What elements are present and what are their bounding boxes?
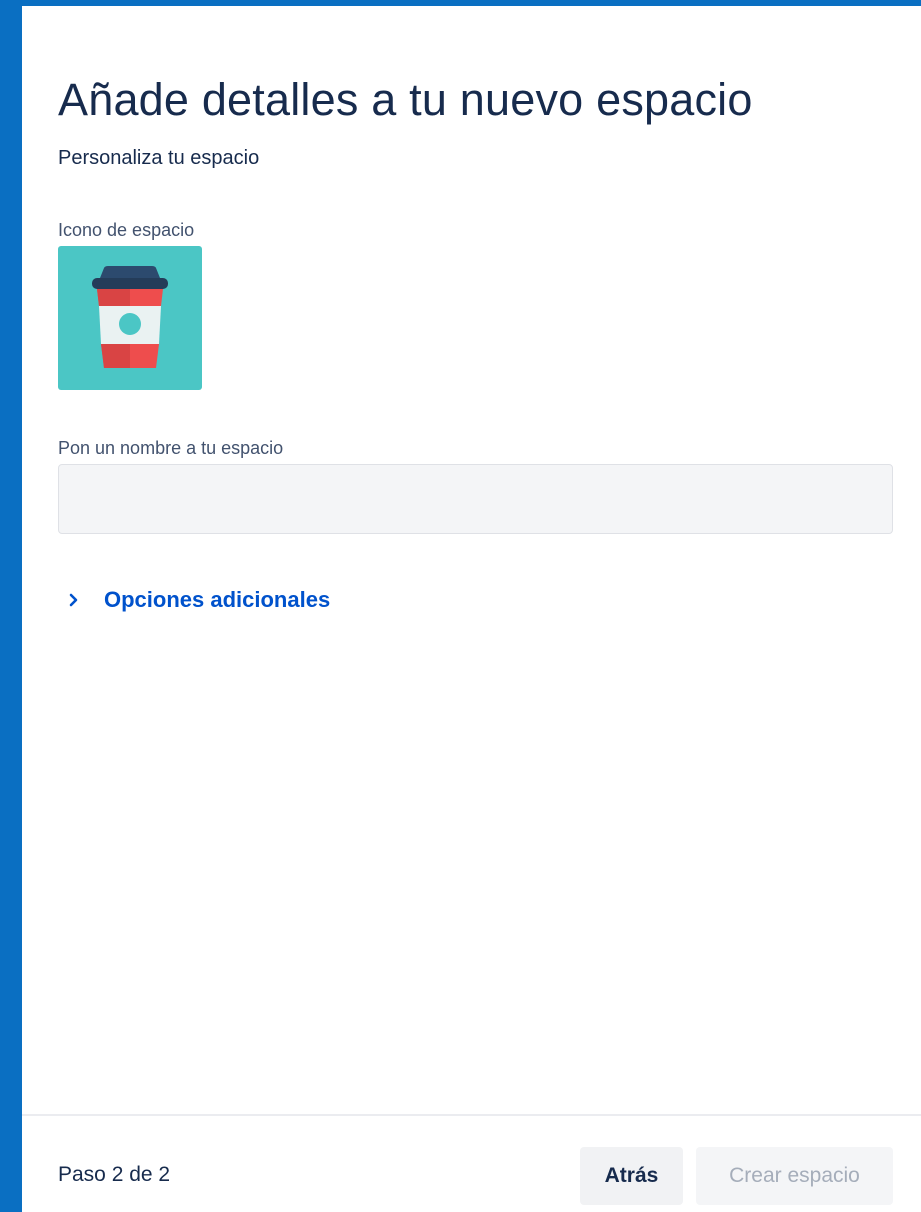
additional-options-toggle[interactable]: Opciones adicionales xyxy=(66,586,330,614)
create-space-dialog: Añade detalles a tu nuevo espacio Person… xyxy=(22,6,921,1212)
coffee-cup-icon xyxy=(92,266,168,368)
back-button[interactable]: Atrás xyxy=(580,1147,683,1205)
page-title: Añade detalles a tu nuevo espacio xyxy=(58,74,753,125)
chevron-right-icon xyxy=(69,593,78,607)
space-icon-label: Icono de espacio xyxy=(58,220,195,240)
create-space-button[interactable]: Crear espacio xyxy=(696,1147,893,1205)
space-name-label: Pon un nombre a tu espacio xyxy=(58,438,284,458)
space-name-input[interactable] xyxy=(58,464,893,534)
page-subtitle: Personaliza tu espacio xyxy=(58,147,260,169)
additional-options-label: Opciones adicionales xyxy=(104,587,331,612)
space-icon-picker[interactable] xyxy=(58,246,202,390)
step-indicator: Paso 2 de 2 xyxy=(58,1163,171,1186)
footer-divider xyxy=(22,1114,921,1116)
